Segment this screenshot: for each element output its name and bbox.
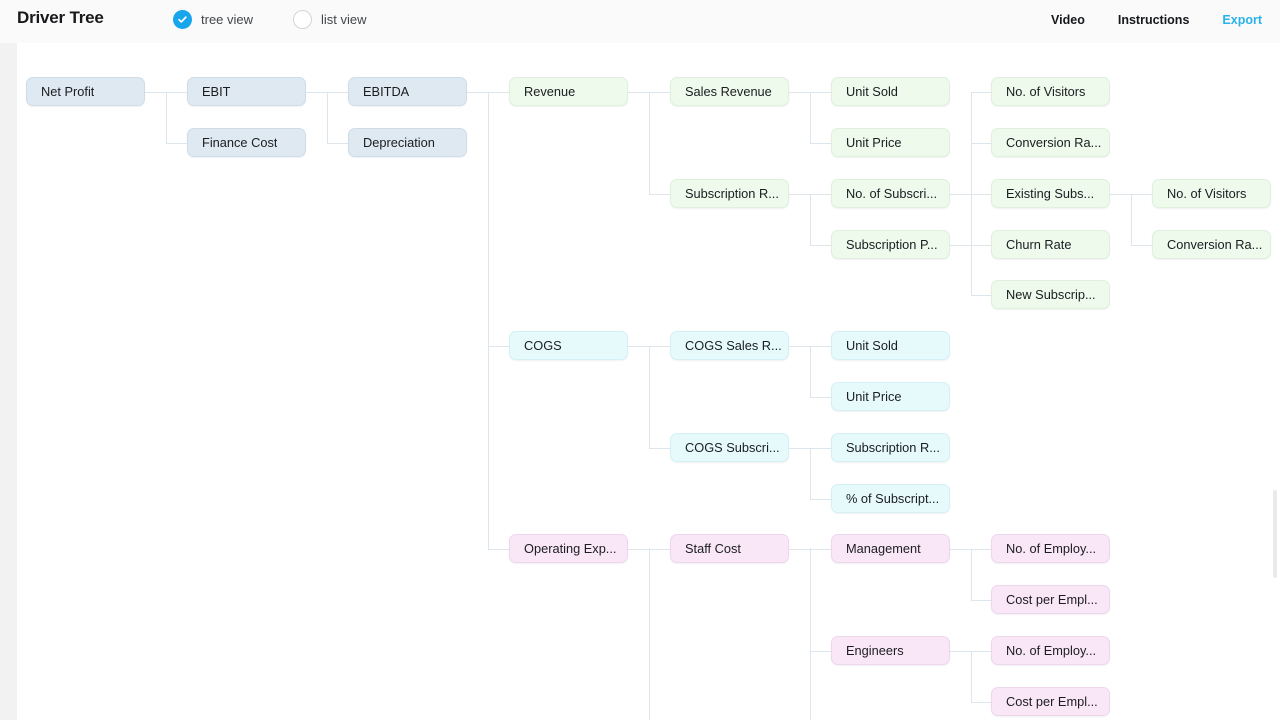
tree-node-label: Conversion Ra... [1006, 135, 1102, 150]
tree-node-label: New Subscrip... [1006, 287, 1096, 302]
tree-node[interactable]: No. of Subscri... [831, 179, 950, 208]
tree-node[interactable]: Churn Rate [991, 230, 1110, 259]
tree-node-label: Subscription R... [846, 440, 940, 455]
vertical-scrollbar[interactable] [1273, 490, 1277, 578]
tree-node-label: EBITDA [363, 84, 410, 99]
tree-node[interactable]: Conversion Ra... [1152, 230, 1271, 259]
tree-node-label: Revenue [524, 84, 576, 99]
tree-node[interactable]: Cost per Empl... [991, 585, 1110, 614]
export-button[interactable]: Export [1222, 13, 1262, 27]
tree-node-label: Unit Price [846, 135, 902, 150]
tree-node[interactable]: No. of Employ... [991, 534, 1110, 563]
tree-node[interactable]: Depreciation [348, 128, 467, 157]
tree-node[interactable]: Staff Cost [670, 534, 789, 563]
tree-nodes: Net Profit EBIT Finance Cost EBITDA Deprecia… [17, 43, 1280, 720]
radio-unchecked-icon[interactable] [293, 10, 313, 29]
tree-node[interactable]: Existing Subs... [991, 179, 1110, 208]
tree-node-label: Churn Rate [1006, 237, 1072, 252]
tree-canvas[interactable]: Net Profit EBIT Finance Cost EBITDA Deprecia… [17, 43, 1280, 720]
tree-node[interactable]: Cost per Empl... [991, 687, 1110, 716]
tree-node[interactable]: Unit Sold [831, 77, 950, 106]
tree-node-label: No. of Visitors [1167, 186, 1247, 201]
tree-node-label: Unit Sold [846, 338, 898, 353]
toggle-tree-view-label: tree view [201, 12, 254, 27]
tree-node[interactable]: EBIT [187, 77, 306, 106]
tree-node-label: Operating Exp... [524, 541, 617, 556]
tree-node[interactable]: COGS [509, 331, 628, 360]
tree-node[interactable]: Net Profit [26, 77, 145, 106]
tree-node-label: Finance Cost [202, 135, 278, 150]
tree-node-label: Subscription P... [846, 237, 938, 252]
tree-node[interactable]: Unit Sold [831, 331, 950, 360]
tree-node-label: Unit Sold [846, 84, 898, 99]
tree-node-label: No. of Employ... [1006, 643, 1097, 658]
tree-node[interactable]: Unit Price [831, 382, 950, 411]
tree-node-label: No. of Visitors [1006, 84, 1086, 99]
toggle-list-view[interactable]: list view [293, 10, 367, 29]
toggle-list-view-label: list view [321, 12, 367, 27]
tree-node-label: Unit Price [846, 389, 902, 404]
tree-node[interactable]: Subscription P... [831, 230, 950, 259]
tree-node[interactable]: Operating Exp... [509, 534, 628, 563]
tree-node[interactable]: Conversion Ra... [991, 128, 1110, 157]
tree-node-label: COGS [524, 338, 562, 353]
tree-node-label: Management [846, 541, 921, 556]
tree-node[interactable]: Management [831, 534, 950, 563]
view-mode-toggle-group: tree view list view [173, 10, 367, 29]
tree-node[interactable]: % of Subscript... [831, 484, 950, 513]
tree-node-label: Existing Subs... [1006, 186, 1095, 201]
tree-node[interactable]: Engineers [831, 636, 950, 665]
tree-node-label: Cost per Empl... [1006, 592, 1098, 607]
tree-node-label: No. of Employ... [1006, 541, 1097, 556]
tree-node[interactable]: Sales Revenue [670, 77, 789, 106]
tree-node[interactable]: Subscription R... [670, 179, 789, 208]
tree-node-label: COGS Sales R... [685, 338, 782, 353]
video-link[interactable]: Video [1051, 13, 1085, 27]
tree-node[interactable]: New Subscrip... [991, 280, 1110, 309]
tree-node-label: Cost per Empl... [1006, 694, 1098, 709]
tree-node[interactable]: No. of Visitors [991, 77, 1110, 106]
toggle-tree-view[interactable]: tree view [173, 10, 253, 29]
tree-node[interactable]: No. of Employ... [991, 636, 1110, 665]
tree-node-label: Subscription R... [685, 186, 779, 201]
driver-tree-app: Driver Tree tree view list view Video In… [0, 0, 1280, 720]
tree-node[interactable]: COGS Subscri... [670, 433, 789, 462]
tree-node-label: Conversion Ra... [1167, 237, 1263, 252]
radio-checked-icon[interactable] [173, 10, 192, 29]
tree-node-label: EBIT [202, 84, 231, 99]
tree-node[interactable]: Subscription R... [831, 433, 950, 462]
tree-node[interactable]: COGS Sales R... [670, 331, 789, 360]
instructions-link[interactable]: Instructions [1118, 13, 1190, 27]
tree-node[interactable]: EBITDA [348, 77, 467, 106]
header-actions: Video Instructions Export [1051, 13, 1262, 27]
tree-node[interactable]: Revenue [509, 77, 628, 106]
app-header: Driver Tree tree view list view Video In… [0, 0, 1280, 43]
tree-node-label: Sales Revenue [685, 84, 772, 99]
tree-node-label: Depreciation [363, 135, 435, 150]
tree-node[interactable]: Finance Cost [187, 128, 306, 157]
tree-node[interactable]: No. of Visitors [1152, 179, 1271, 208]
tree-node-label: Staff Cost [685, 541, 741, 556]
tree-node-label: No. of Subscri... [846, 186, 938, 201]
tree-node[interactable]: Unit Price [831, 128, 950, 157]
tree-node-label: % of Subscript... [846, 491, 940, 506]
tree-node-label: Net Profit [41, 84, 95, 99]
page-title: Driver Tree [17, 8, 104, 27]
tree-node-label: Engineers [846, 643, 904, 658]
tree-node-label: COGS Subscri... [685, 440, 780, 455]
